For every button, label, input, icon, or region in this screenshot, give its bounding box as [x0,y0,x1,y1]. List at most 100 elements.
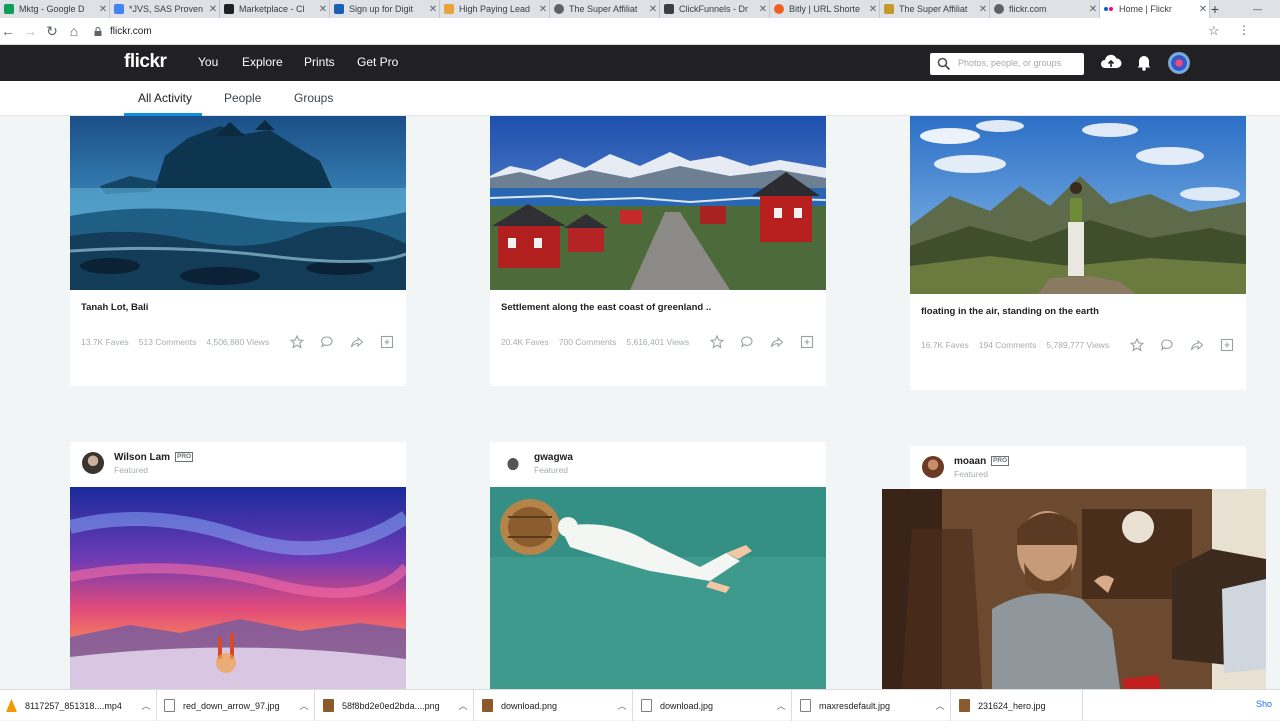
download-item[interactable]: maxresdefault.jpg ︿ [794,690,951,721]
download-item[interactable]: 231624_hero.jpg [953,690,1083,721]
author-name[interactable]: moaan [954,456,986,467]
new-tab-button[interactable]: + [1205,1,1225,17]
lock-icon [94,26,102,36]
back-arrow-icon[interactable]: ← [0,23,16,39]
fave-star-icon[interactable] [290,335,304,349]
flickr-logo[interactable]: flickr [124,51,167,73]
author-name[interactable]: Wilson Lam [114,452,170,463]
download-item[interactable]: 58f8bd2e0ed2bda....png ︿ [317,690,474,721]
browser-toolbar: ← → ↻ ⌂ flickr.com ☆ ⋮ [0,18,1280,45]
author-avatar[interactable] [82,452,104,474]
chevron-up-icon[interactable]: ︿ [771,699,791,712]
downloads-shelf: 8117257_851318....mp4 ︿ red_down_arrow_9… [0,689,1280,721]
tab-close-icon[interactable]: ✕ [757,4,769,15]
browser-tab[interactable]: *JVS, SAS Proven ✕ [110,0,220,18]
more-menu-icon[interactable]: ⋮ [1238,23,1250,37]
search-input[interactable]: Photos, people, or groups [930,53,1084,75]
download-item[interactable]: red_down_arrow_97.jpg ︿ [158,690,315,721]
browser-tab-active[interactable]: Home | Flickr ✕ [1100,0,1210,18]
nav-explore[interactable]: Explore [242,55,283,69]
nav-prints[interactable]: Prints [304,55,335,69]
download-item[interactable]: 8117257_851318....mp4 ︿ [0,690,157,721]
download-filename: maxresdefault.jpg [819,700,891,711]
browser-tab[interactable]: The Super Affiliat ✕ [550,0,660,18]
browser-tab[interactable]: Mktg - Google D ✕ [0,0,110,18]
address-bar[interactable]: flickr.com [94,22,1194,41]
image-file-icon [959,699,970,712]
chevron-up-icon[interactable]: ︿ [612,699,632,712]
download-filename: 231624_hero.jpg [978,700,1046,711]
fave-star-icon[interactable] [710,335,724,349]
tab-title: flickr.com [1009,4,1047,14]
browser-tab[interactable]: Marketplace - Cl ✕ [220,0,330,18]
home-icon[interactable]: ⌂ [66,23,82,39]
search-placeholder: Photos, people, or groups [958,58,1062,68]
browser-tab[interactable]: flickr.com ✕ [990,0,1100,18]
tab-close-icon[interactable]: ✕ [207,4,219,15]
tab-close-icon[interactable]: ✕ [537,4,549,15]
browser-tab-strip: Mktg - Google D ✕ *JVS, SAS Proven ✕ Mar… [0,0,1280,18]
tab-groups[interactable]: Groups [294,91,333,105]
featured-label: Featured [114,465,149,475]
photo-actions [710,335,814,349]
forward-arrow-icon[interactable]: → [22,23,38,39]
share-arrow-icon[interactable] [1190,338,1204,352]
tab-people[interactable]: People [224,91,261,105]
image-file-icon [164,699,175,712]
browser-tab[interactable]: The Super Affiliat ✕ [880,0,990,18]
add-to-gallery-icon[interactable] [380,335,394,349]
bookmark-star-icon[interactable]: ☆ [1208,23,1220,39]
tab-close-icon[interactable]: ✕ [867,4,879,15]
chevron-up-icon[interactable]: ︿ [453,699,473,712]
tab-close-icon[interactable]: ✕ [1087,4,1099,15]
account-avatar[interactable] [1168,52,1190,74]
nav-you[interactable]: You [198,55,218,69]
browser-tab[interactable]: ClickFunnels - Dr ✕ [660,0,770,18]
photo-card: Tanah Lot, Bali 13.7K Faves 513 Comments 4… [70,116,406,386]
minimize-icon[interactable]: — [1253,4,1262,14]
tab-close-icon[interactable]: ✕ [97,4,109,15]
author-avatar[interactable] [922,456,944,478]
show-all-downloads-link[interactable]: Sho [1256,699,1272,709]
download-item[interactable]: download.jpg ︿ [635,690,792,721]
featured-label: Featured [534,465,569,475]
photo-golden-gate-sunset[interactable] [70,487,406,689]
author-avatar[interactable] [502,452,524,474]
photo-caption[interactable]: Settlement along the east coast of green… [501,302,711,313]
photo-floating-in-the-air[interactable] [910,116,1246,294]
browser-tab[interactable]: Sign up for Digit ✕ [330,0,440,18]
add-to-gallery-icon[interactable] [1220,338,1234,352]
photo-greenland-settlement[interactable] [490,116,826,290]
upload-cloud-icon[interactable] [1100,53,1122,71]
browser-tab[interactable]: High Paying Lead ✕ [440,0,550,18]
tab-all-activity[interactable]: All Activity [138,91,192,105]
comment-icon[interactable] [740,335,754,349]
tab-close-icon[interactable]: ✕ [647,4,659,15]
download-item[interactable]: download.png ︿ [476,690,633,721]
tab-favicon-icon [334,4,344,14]
fave-star-icon[interactable] [1130,338,1144,352]
photo-caption[interactable]: floating in the air, standing on the ear… [921,306,1099,317]
add-to-gallery-icon[interactable] [800,335,814,349]
tab-close-icon[interactable]: ✕ [977,4,989,15]
author-name[interactable]: gwagwa [534,452,573,463]
chevron-up-icon[interactable]: ︿ [294,699,314,712]
comments-count: 194 Comments [978,340,1037,350]
tab-title: Home | Flickr [1119,4,1172,14]
chevron-up-icon[interactable]: ︿ [136,699,156,712]
reload-icon[interactable]: ↻ [44,23,60,39]
notifications-bell-icon[interactable] [1136,53,1152,71]
browser-tab[interactable]: Bitly | URL Shorte ✕ [770,0,880,18]
photo-ama-diver[interactable] [490,487,826,689]
photo-tanah-lot[interactable] [70,116,406,290]
views-count: 5,789,777 Views [1046,340,1110,350]
share-arrow-icon[interactable] [350,335,364,349]
nav-get-pro[interactable]: Get Pro [357,55,398,69]
tab-close-icon[interactable]: ✕ [317,4,329,15]
comment-icon[interactable] [1160,338,1174,352]
share-arrow-icon[interactable] [770,335,784,349]
comment-icon[interactable] [320,335,334,349]
photo-caption[interactable]: Tanah Lot, Bali [81,302,148,313]
chevron-up-icon[interactable]: ︿ [930,699,950,712]
tab-close-icon[interactable]: ✕ [427,4,439,15]
